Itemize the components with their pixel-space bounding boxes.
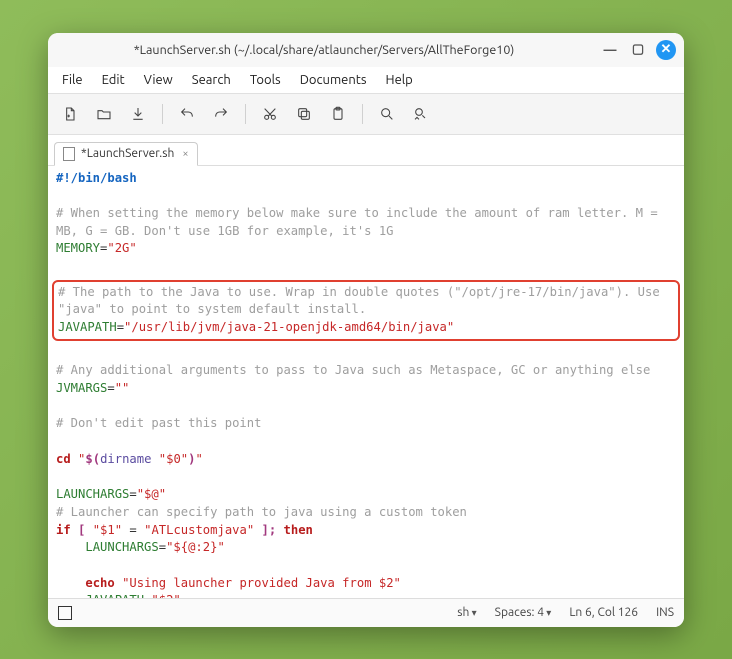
tab-close-icon[interactable]: × <box>182 148 188 160</box>
menu-search[interactable]: Search <box>184 71 239 89</box>
tab-active[interactable]: *LaunchServer.sh × <box>54 142 198 166</box>
editor-window: *LaunchServer.sh (~/.local/share/atlaunc… <box>48 33 684 627</box>
save-icon[interactable] <box>124 100 152 128</box>
code-keyword: if <box>56 523 71 537</box>
status-language[interactable]: sh <box>457 606 476 619</box>
toolbar-separator <box>362 104 363 124</box>
undo-icon[interactable] <box>173 100 201 128</box>
code-keyword: cd <box>56 452 71 466</box>
document-icon <box>63 147 75 161</box>
desktop-background: *LaunchServer.sh (~/.local/share/atlaunc… <box>0 0 732 659</box>
tab-bar: *LaunchServer.sh × <box>48 135 684 166</box>
status-insert-mode[interactable]: INS <box>656 606 674 619</box>
copy-icon[interactable] <box>290 100 318 128</box>
statusbar: sh Spaces: 4 Ln 6, Col 126 INS <box>48 598 684 627</box>
code-comment: # Any additional arguments to pass to Ja… <box>56 363 650 377</box>
search-icon[interactable] <box>373 100 401 128</box>
code-shebang: #!/bin/bash <box>56 171 137 185</box>
new-file-icon[interactable] <box>56 100 84 128</box>
open-file-icon[interactable] <box>90 100 118 128</box>
find-replace-icon[interactable] <box>407 100 435 128</box>
code-var: JAVAPATH <box>58 320 117 334</box>
code-comment: # The path to the Java to use. Wrap in d… <box>58 285 667 317</box>
sidebar-toggle-icon[interactable] <box>58 606 72 620</box>
status-cursor-position[interactable]: Ln 6, Col 126 <box>569 606 638 619</box>
menu-documents[interactable]: Documents <box>292 71 375 89</box>
code-string: "$@" <box>137 487 166 501</box>
titlebar: *LaunchServer.sh (~/.local/share/atlaunc… <box>48 33 684 67</box>
toolbar-separator <box>245 104 246 124</box>
maximize-button[interactable]: ▢ <box>628 40 648 60</box>
editor-area[interactable]: #!/bin/bash # When setting the memory be… <box>48 166 684 598</box>
code-comment: # Don't edit past this point <box>56 416 261 430</box>
close-button[interactable]: ✕ <box>656 40 676 60</box>
code-var: LAUNCHARGS <box>56 487 129 501</box>
redo-icon[interactable] <box>207 100 235 128</box>
menu-view[interactable]: View <box>136 71 181 89</box>
menu-edit[interactable]: Edit <box>94 71 133 89</box>
toolbar <box>48 93 684 135</box>
code-comment: # Launcher can specify path to java usin… <box>56 505 467 519</box>
window-title: *LaunchServer.sh (~/.local/share/atlaunc… <box>56 43 592 57</box>
menubar: File Edit View Search Tools Documents He… <box>48 67 684 93</box>
menu-file[interactable]: File <box>54 71 91 89</box>
minimize-button[interactable]: — <box>600 40 620 60</box>
code-comment: # When setting the memory below make sur… <box>56 206 665 238</box>
code-string: "2G" <box>107 241 136 255</box>
code-var: JVMARGS <box>56 381 107 395</box>
paste-icon[interactable] <box>324 100 352 128</box>
tab-label: *LaunchServer.sh <box>81 147 174 160</box>
cut-icon[interactable] <box>256 100 284 128</box>
highlighted-region: # The path to the Java to use. Wrap in d… <box>52 280 680 341</box>
code-var: MEMORY <box>56 241 100 255</box>
toolbar-separator <box>162 104 163 124</box>
code-string: "/usr/lib/jvm/java-21-openjdk-amd64/bin/… <box>124 320 454 334</box>
status-spaces[interactable]: Spaces: 4 <box>495 606 552 619</box>
code-string: "" <box>115 381 130 395</box>
menu-tools[interactable]: Tools <box>242 71 289 89</box>
menu-help[interactable]: Help <box>378 71 421 89</box>
